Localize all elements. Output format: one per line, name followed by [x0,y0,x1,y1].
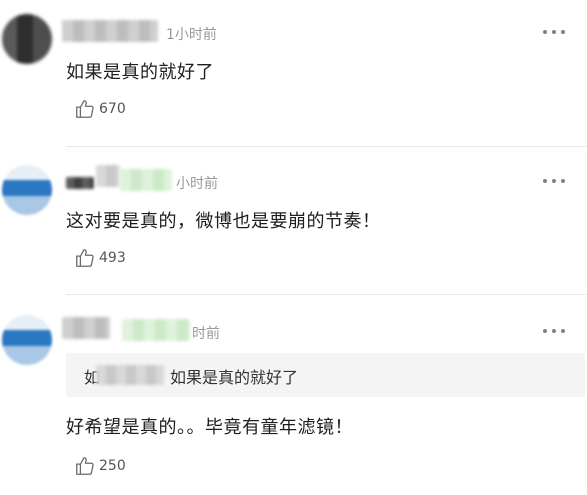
avatar[interactable] [2,14,52,64]
comment-item: 小时前 这对要是真的，微博也是要崩的节奏！ 493 [0,147,587,295]
comment-item: 时前 如 如果是真的就好了 好希望是真的。。毕竟有童年滤镜！ 250 [0,295,587,495]
like-count: 250 [99,458,126,474]
comment-time: 时前 [192,326,220,342]
quoted-reply[interactable]: 如 如果是真的就好了 [66,353,585,397]
more-options-button[interactable] [543,327,565,335]
more-dots-icon [543,179,547,183]
like-count: 493 [99,250,126,266]
username-blurred[interactable] [62,317,110,339]
quote-text: 如果是真的就好了 [170,368,299,387]
thumbs-up-icon [76,249,94,267]
more-options-button[interactable] [543,177,565,185]
like-button[interactable]: 670 [74,98,126,120]
comment-time: 小时前 [176,176,218,192]
more-options-button[interactable] [543,28,565,36]
avatar[interactable] [2,315,52,365]
username-blurred[interactable] [120,169,172,191]
quote-author-blurred [96,365,164,385]
username-blurred[interactable] [62,20,158,42]
comment-time: 1小时前 [166,27,217,43]
comment-feed: 1小时前 如果是真的就好了 670 小时前 这对要是真的，微博也是要崩的节奏！ … [0,0,587,495]
like-button[interactable]: 250 [74,455,126,477]
avatar[interactable] [2,165,52,215]
comment-text: 好希望是真的。。毕竟有童年滤镜！ [66,417,353,438]
like-count: 670 [99,101,126,117]
comment-text: 这对要是真的，微博也是要崩的节奏！ [66,211,381,232]
like-button[interactable]: 493 [74,247,126,269]
more-dots-icon [543,30,547,34]
username-blurred[interactable] [122,319,190,341]
comment-item: 1小时前 如果是真的就好了 670 [0,0,587,147]
username-blurred[interactable] [66,177,94,189]
more-dots-icon [543,329,547,333]
thumbs-up-icon [76,457,94,475]
comment-text: 如果是真的就好了 [66,62,214,83]
thumbs-up-icon [76,100,94,118]
username-blurred[interactable] [96,165,120,187]
